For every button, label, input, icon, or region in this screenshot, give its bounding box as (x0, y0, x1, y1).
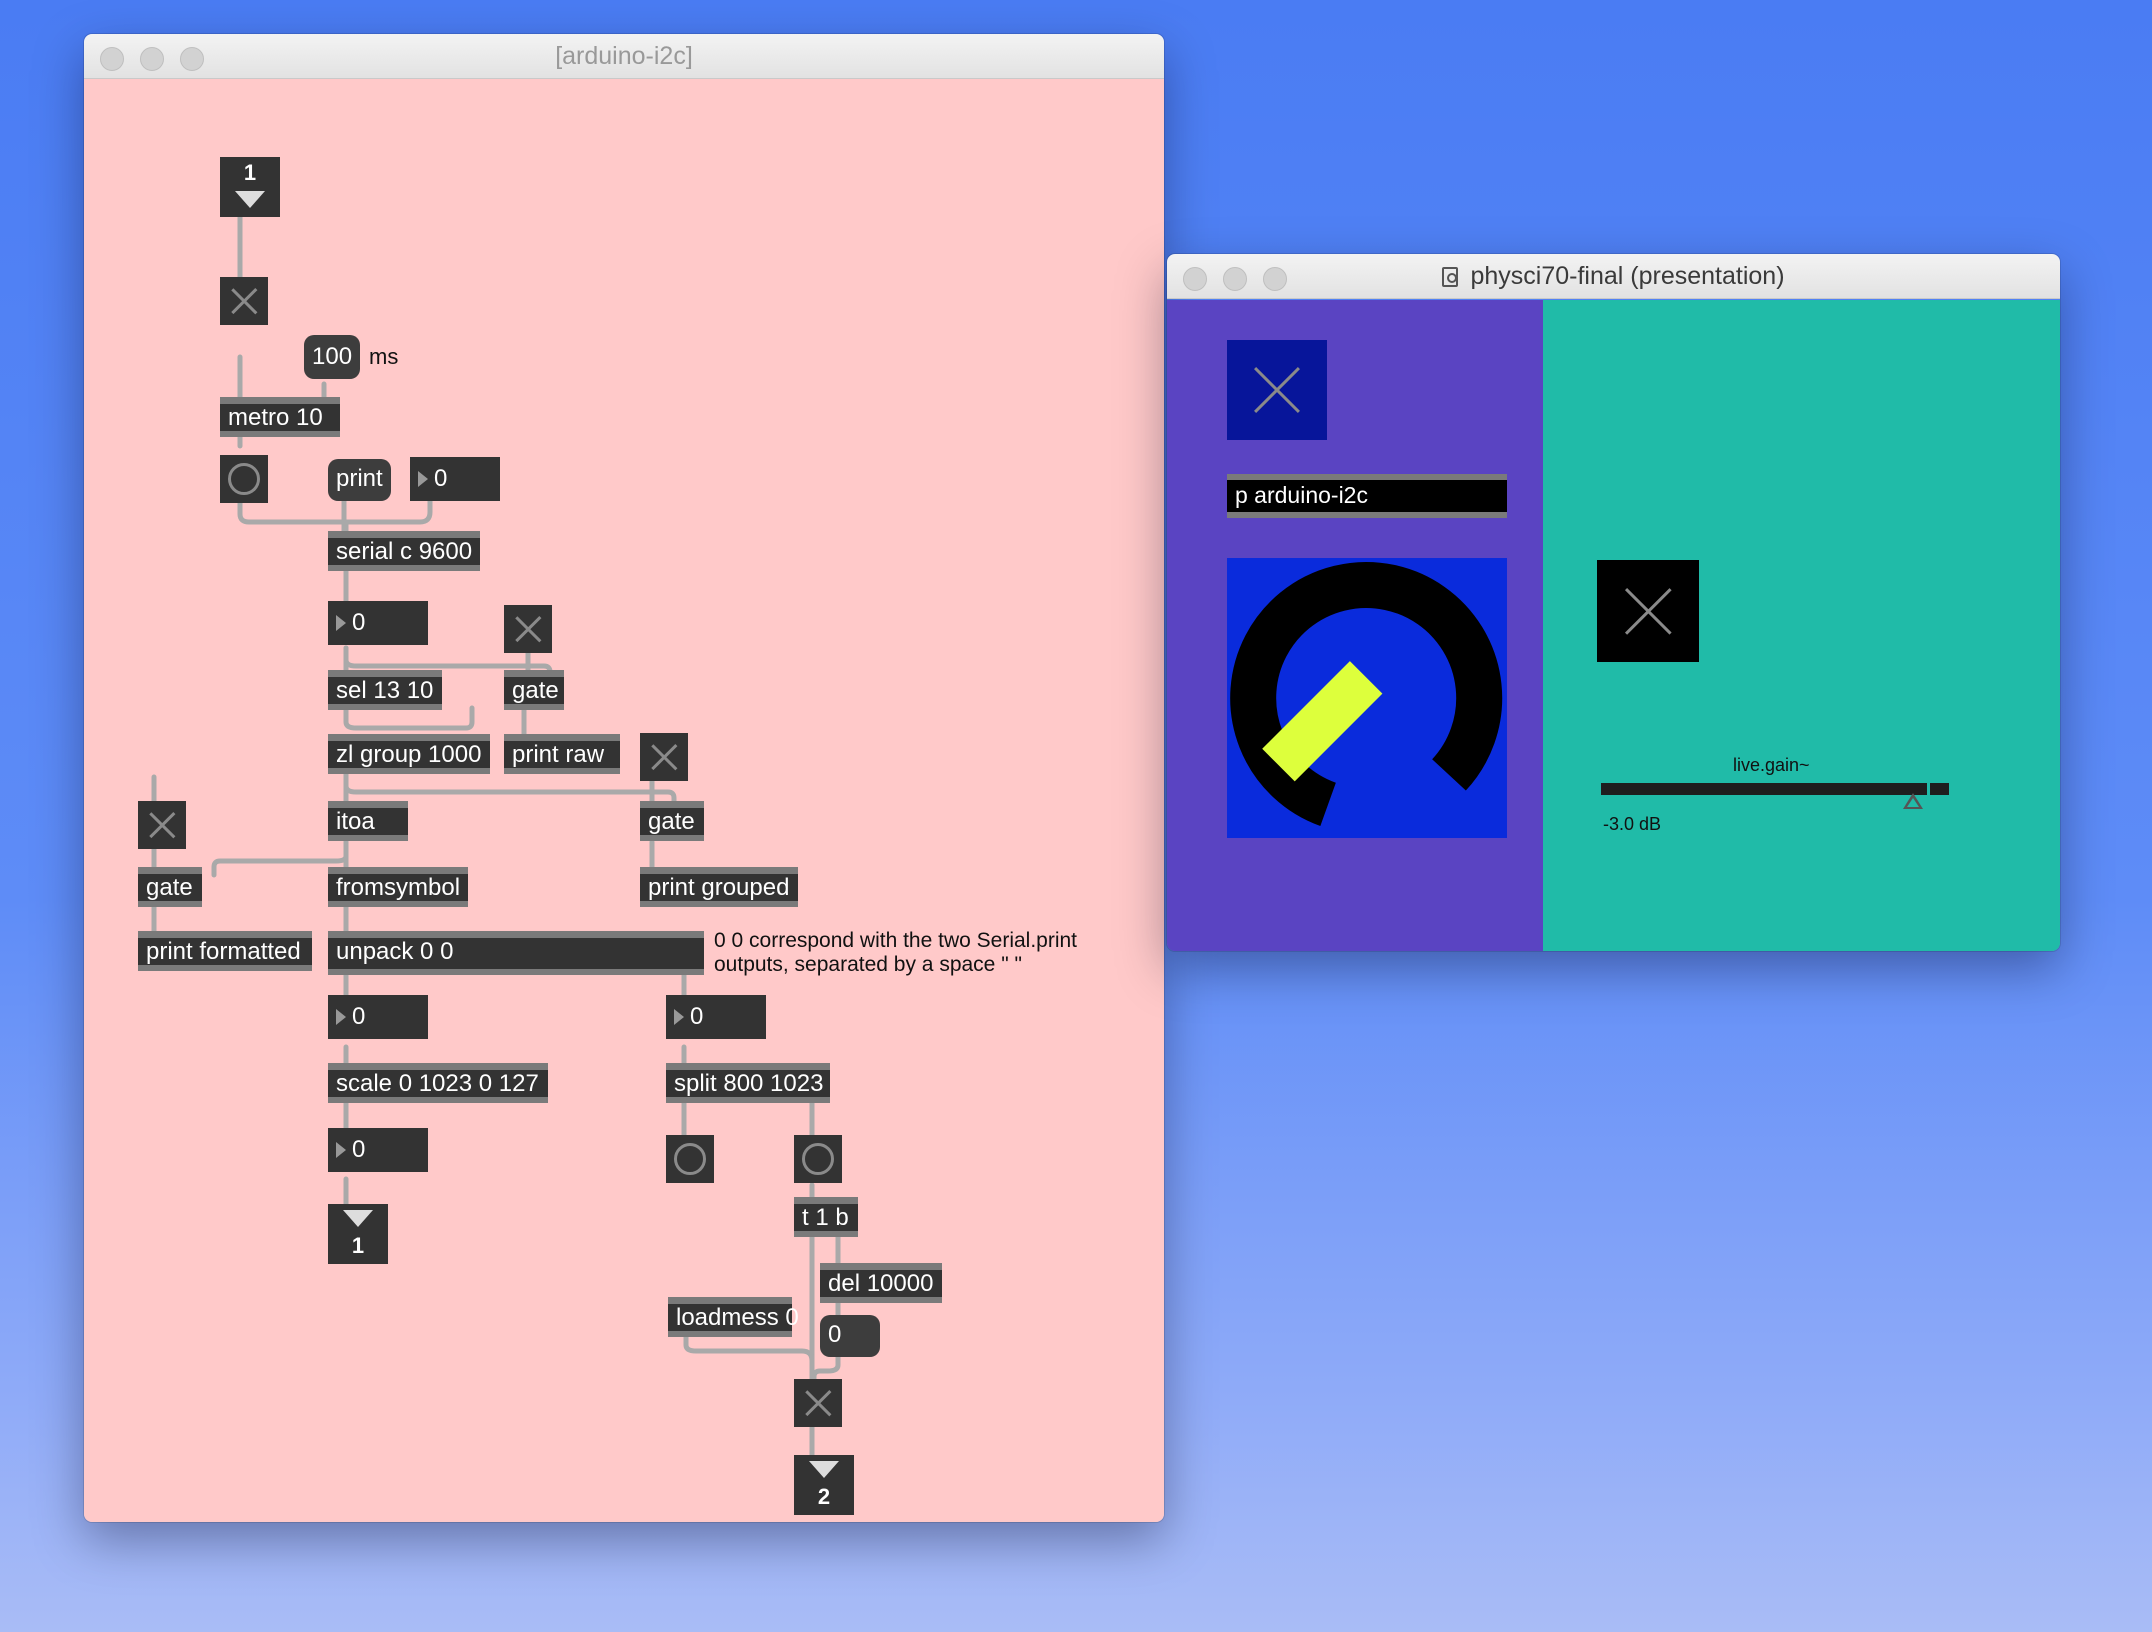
toggle-x-icon (511, 612, 545, 646)
print-formatted-object[interactable]: print formatted (138, 931, 312, 971)
toggle-x-icon (227, 284, 261, 318)
window-title: [arduino-i2c] (555, 42, 693, 70)
cord (343, 705, 475, 731)
print-message[interactable]: print (328, 459, 391, 501)
toggle-x-icon (145, 808, 179, 842)
metro-toggle[interactable] (220, 277, 268, 325)
trigger-object[interactable]: t 1 b (794, 1197, 858, 1237)
inlet-number: 1 (243, 160, 257, 185)
output-toggle[interactable] (794, 1379, 842, 1427)
scaled-value-number[interactable]: 0 (328, 1128, 428, 1172)
outlet-2[interactable]: 2 (794, 1455, 854, 1515)
gate-formatted-object[interactable]: gate (138, 867, 202, 907)
gain-value: -3.0 dB (1603, 814, 1662, 834)
window-title-text: physci70-final (presentation) (1470, 262, 1785, 290)
raw-print-toggle[interactable] (504, 605, 552, 653)
outlet-number: 2 (817, 1484, 831, 1509)
fromsymbol-object[interactable]: fromsymbol (328, 867, 468, 907)
toggle-x-icon (647, 740, 681, 774)
gain-label: live.gain~ (1733, 755, 1810, 775)
outlet-arrow-icon (343, 1210, 373, 1227)
dial-graphic (1230, 562, 1503, 827)
patcher-window: [arduino-i2c] 1 100 ms metro 10 print 0 … (84, 34, 1164, 1522)
presentation-titlebar[interactable]: physci70-final (presentation) (1167, 254, 2060, 299)
unpack-object[interactable]: unpack 0 0 (328, 931, 704, 975)
cord (811, 1352, 841, 1382)
toggle-x-icon (801, 1386, 835, 1420)
serial-output-number[interactable]: 0 (328, 601, 428, 645)
metro-object[interactable]: metro 10 (220, 397, 340, 437)
document-icon (1442, 267, 1459, 287)
delay-object[interactable]: del 10000 (820, 1263, 942, 1303)
left-panel: p arduino-i2c (1167, 300, 1543, 951)
metro-interval-message[interactable]: 100 (304, 335, 361, 379)
main-toggle[interactable] (1227, 340, 1327, 440)
inlet-arrow-icon (235, 191, 265, 208)
zl-group-object[interactable]: zl group 1000 (328, 734, 490, 774)
outlet-arrow-icon (809, 1461, 839, 1478)
left-value-number[interactable]: 0 (328, 995, 428, 1039)
unpack-comment-line2: outputs, separated by a space " " (714, 953, 1022, 976)
subpatcher-label: p arduino-i2c (1235, 482, 1368, 508)
presentation-canvas: p arduino-i2c live.gain~ -3.0 dB (1167, 300, 2060, 951)
presentation-window: physci70-final (presentation) p arduino-… (1167, 254, 2060, 951)
split-object[interactable]: split 800 1023 (666, 1063, 830, 1103)
gate-raw-object[interactable]: gate (504, 670, 564, 710)
itoa-object[interactable]: itoa (328, 801, 408, 841)
metro-unit-comment: ms (369, 344, 399, 369)
formatted-print-toggle[interactable] (138, 801, 186, 849)
patcher-titlebar[interactable]: [arduino-i2c] (84, 34, 1164, 79)
dial[interactable] (1227, 558, 1507, 838)
grouped-print-toggle[interactable] (640, 733, 688, 781)
audio-toggle[interactable] (1597, 560, 1699, 662)
print-raw-object[interactable]: print raw (504, 734, 620, 774)
cord (683, 1332, 815, 1382)
cord (211, 839, 349, 878)
zero-message[interactable]: 0 (820, 1315, 880, 1357)
gate-grouped-object[interactable]: gate (640, 801, 704, 841)
gain-slider[interactable] (1601, 783, 1949, 809)
toggle-x-icon (1616, 579, 1679, 642)
dial-needle (1262, 661, 1383, 782)
gain-slider-handle-inner (1907, 798, 1919, 807)
gain-slider-divider (1927, 783, 1930, 795)
port-number-box[interactable]: 0 (410, 457, 500, 501)
subpatcher-object[interactable]: p arduino-i2c (1227, 474, 1507, 518)
right-value-number[interactable]: 0 (666, 995, 766, 1039)
scale-object[interactable]: scale 0 1023 0 127 (328, 1063, 548, 1103)
outlet-1[interactable]: 1 (328, 1204, 388, 1264)
inlet-1[interactable]: 1 (220, 157, 280, 217)
serial-object[interactable]: serial c 9600 (328, 531, 480, 571)
unpack-comment: 0 0 correspond with the two Serial.print… (714, 929, 1077, 977)
patcher-canvas[interactable]: 1 100 ms metro 10 print 0 serial c 9600 … (84, 79, 1164, 1522)
print-grouped-object[interactable]: print grouped (640, 867, 798, 907)
split-left-bang[interactable] (666, 1135, 714, 1183)
sel-object[interactable]: sel 13 10 (328, 670, 442, 710)
bang-button[interactable] (220, 455, 268, 503)
loadmess-object[interactable]: loadmess 0 (668, 1297, 799, 1337)
right-panel: live.gain~ -3.0 dB (1543, 300, 2060, 951)
split-right-bang[interactable] (794, 1135, 842, 1183)
unpack-comment-line1: 0 0 correspond with the two Serial.print (714, 929, 1078, 952)
outlet-number: 1 (351, 1233, 365, 1258)
window-title: physci70-final (presentation) (1167, 254, 2060, 298)
toggle-x-icon (1246, 359, 1308, 421)
